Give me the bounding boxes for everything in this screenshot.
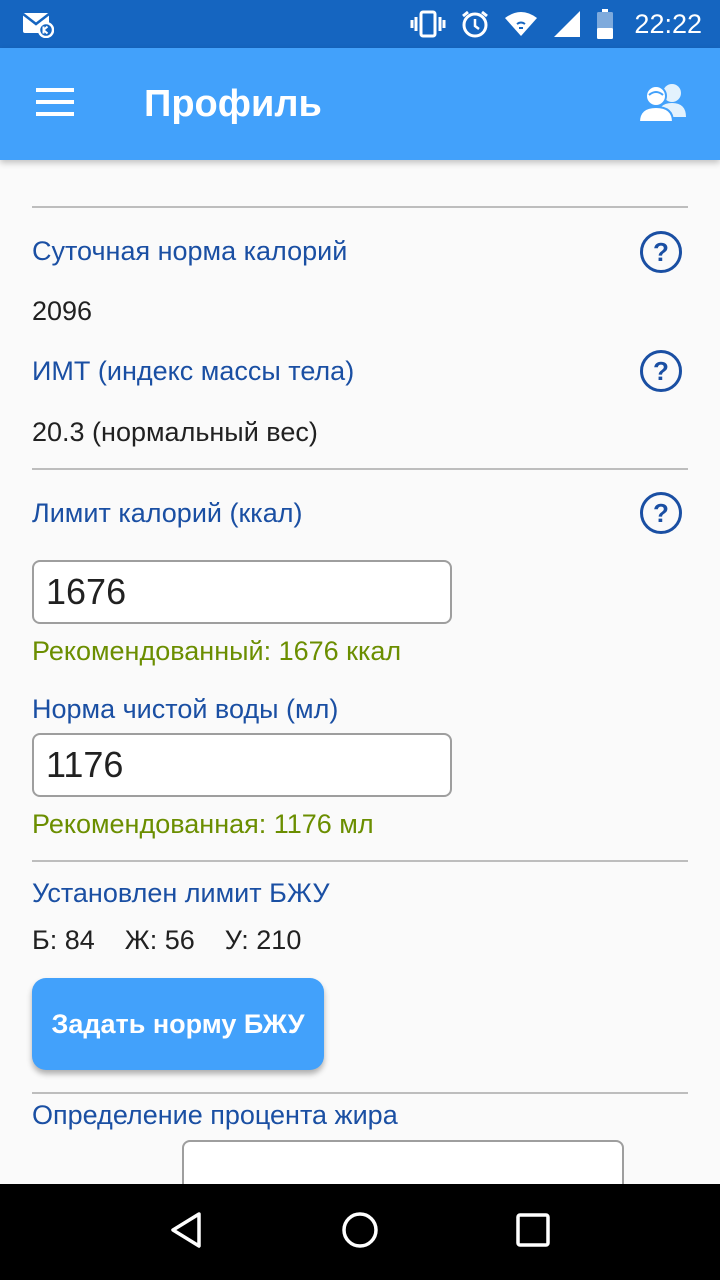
status-bar: 22:22	[0, 0, 720, 48]
set-bju-norm-button[interactable]: Задать норму БЖУ	[32, 978, 324, 1070]
daily-calories-label: Суточная норма калорий	[32, 236, 348, 266]
water-norm-input[interactable]	[32, 733, 452, 797]
bmi-help-button[interactable]: ?	[640, 350, 682, 392]
divider	[32, 1092, 688, 1094]
menu-button[interactable]	[0, 48, 112, 160]
signal-icon	[552, 9, 582, 39]
calorie-limit-recommended: Рекомендованный: 1676 ккал	[32, 636, 402, 666]
daily-calories-value: 2096	[32, 296, 93, 326]
back-button[interactable]	[139, 1184, 235, 1280]
vibrate-icon	[410, 9, 446, 39]
mail-notification-icon	[22, 10, 54, 38]
back-triangle-icon	[167, 1210, 207, 1255]
recents-square-icon	[513, 1210, 553, 1255]
calorie-limit-help-button[interactable]: ?	[640, 492, 682, 534]
fat-percent-method-select[interactable]	[182, 1140, 624, 1184]
battery-icon	[596, 8, 614, 40]
page-title: Профиль	[144, 82, 322, 125]
fat-value: Ж: 56	[124, 925, 195, 955]
divider	[32, 860, 688, 862]
profile-switch-button[interactable]	[608, 48, 720, 160]
calorie-limit-label: Лимит калорий (ккал)	[32, 498, 303, 528]
bju-values: Б: 84 Ж: 56 У: 210	[32, 925, 301, 956]
water-norm-recommended: Рекомендованная: 1176 мл	[32, 809, 374, 839]
divider	[32, 206, 688, 208]
bmi-label: ИМТ (индекс массы тела)	[32, 356, 355, 386]
help-icon: ?	[653, 355, 669, 386]
wifi-icon	[504, 10, 538, 38]
daily-calories-help-button[interactable]: ?	[640, 231, 682, 273]
navigation-bar	[0, 1184, 720, 1280]
alarm-icon	[460, 9, 490, 39]
app-bar: Профиль	[0, 48, 720, 160]
fat-percent-label: Определение процента жира	[32, 1100, 398, 1130]
home-circle-icon	[340, 1210, 380, 1255]
calorie-limit-input[interactable]	[32, 560, 452, 624]
help-icon: ?	[653, 497, 669, 528]
divider	[32, 468, 688, 470]
recents-button[interactable]	[485, 1184, 581, 1280]
users-icon	[637, 81, 690, 128]
protein-value: Б: 84	[32, 925, 95, 955]
carbs-value: У: 210	[224, 925, 302, 955]
help-icon: ?	[653, 236, 669, 267]
status-time: 22:22	[634, 8, 702, 39]
hamburger-menu-icon	[36, 87, 76, 122]
water-norm-label: Норма чистой воды (мл)	[32, 694, 339, 724]
bju-limit-label: Установлен лимит БЖУ	[32, 878, 330, 908]
profile-content[interactable]: Суточная норма калорий ? 2096 ИМТ (индек…	[0, 160, 720, 1184]
home-button[interactable]	[312, 1184, 408, 1280]
bmi-value: 20.3 (нормальный вес)	[32, 417, 318, 447]
